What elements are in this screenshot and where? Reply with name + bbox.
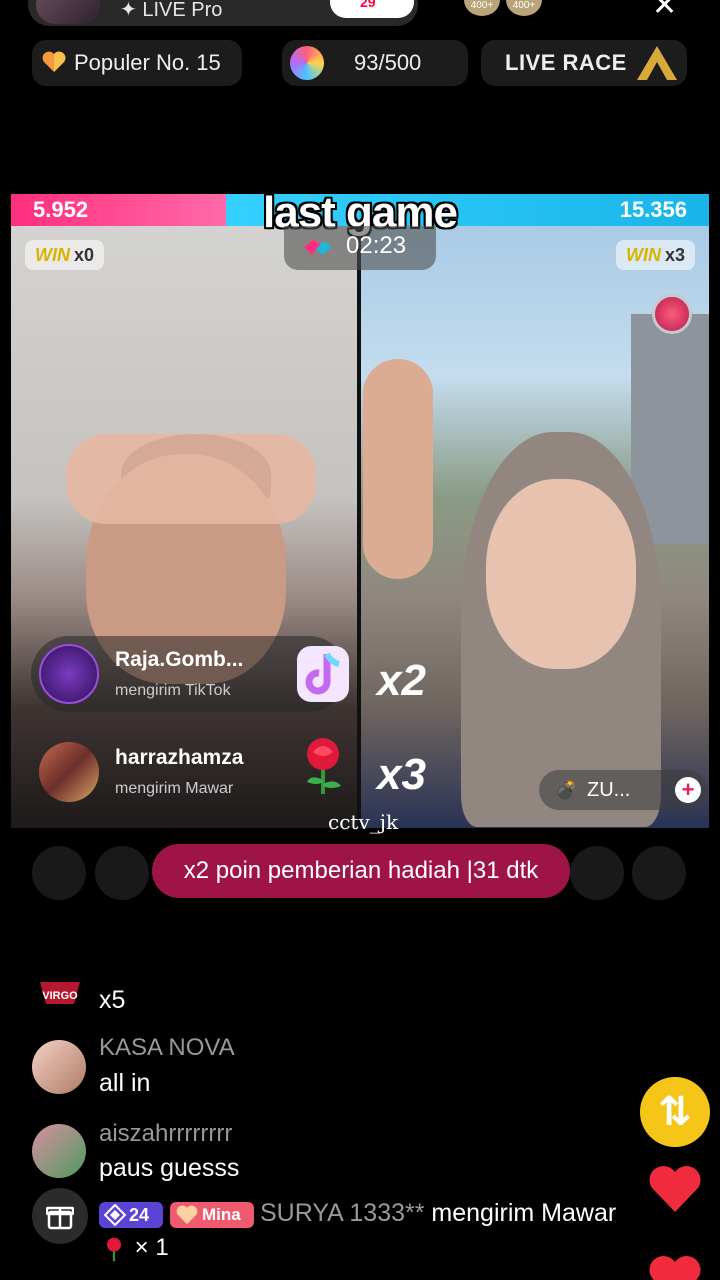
- bonus-banner: x2 poin pemberian hadiah |31 dtk: [152, 844, 570, 898]
- gift-box-button[interactable]: [32, 1188, 88, 1244]
- viewer-avatar[interactable]: 400+: [462, 0, 502, 18]
- gifter-avatar: [39, 644, 99, 704]
- repost-button[interactable]: ⇅: [640, 1077, 710, 1147]
- comment-text: all in: [99, 1069, 151, 1097]
- popular-rank-pill[interactable]: Populer No. 15: [32, 40, 242, 86]
- commenter-name[interactable]: aiszahrrrrrrrr: [99, 1120, 232, 1148]
- live-race-label: LIVE RACE: [505, 50, 627, 75]
- goal-progress: 93/500: [354, 50, 422, 75]
- close-icon[interactable]: ✕: [652, 0, 677, 23]
- win-count: x3: [664, 245, 685, 265]
- battle-timer: 02:23: [284, 226, 436, 270]
- supporter-avatar[interactable]: [632, 846, 686, 900]
- live-race-pill[interactable]: LIVE RACE: [481, 40, 687, 86]
- multiplier-x3: x3: [377, 750, 426, 799]
- gift-action: mengirim TikTok: [115, 682, 231, 699]
- gift-message[interactable]: SURYA 1333** mengirim Mawar: [260, 1199, 616, 1228]
- gift-count: × 1: [134, 1234, 169, 1261]
- gift-count-line: × 1: [100, 1234, 169, 1263]
- diamond-icon: [104, 1204, 126, 1226]
- fan-club-badge: Mina: [170, 1202, 254, 1228]
- like-count: 29: [360, 0, 376, 10]
- rose-gift-icon: [307, 738, 341, 794]
- live-pro-label: ✦ LIVE Pro: [120, 0, 223, 21]
- goal-pill[interactable]: 93/500: [282, 40, 468, 86]
- win-count: x0: [74, 245, 95, 265]
- timer-value: 02:23: [346, 232, 407, 259]
- opponent-host-pill[interactable]: 💣 ZU... +: [539, 770, 707, 810]
- boost-icon[interactable]: [652, 294, 692, 334]
- heart-icon: [42, 51, 66, 72]
- bomb-icon: 💣: [555, 780, 578, 800]
- gift-box-icon: [46, 1206, 74, 1230]
- fan-heart-icon: [176, 1205, 198, 1225]
- gift-message-action: mengirim Mawar: [424, 1199, 617, 1227]
- gifter-name: Raja.Gomb...: [115, 648, 244, 671]
- floating-heart-icon: [649, 1256, 701, 1280]
- svg-text:VIRGO: VIRGO: [42, 990, 78, 1002]
- right-host-finger: [363, 359, 433, 579]
- pk-battle: 5.952 15.356 last game 02:23 WIN x0 WIN x3…: [11, 194, 709, 828]
- multiplier-x2: x2: [377, 656, 426, 705]
- supporter-avatar[interactable]: [570, 846, 624, 900]
- level-value: 24: [129, 1205, 150, 1225]
- gift-notification: harrazhamza mengirim Mawar: [31, 734, 271, 810]
- commenter-avatar[interactable]: [32, 1124, 86, 1178]
- virgo-badge-icon: VIRGO: [40, 982, 80, 1004]
- floating-heart-icon: [649, 1165, 701, 1212]
- comment-text: paus guesss: [99, 1154, 240, 1182]
- right-host-face: [486, 479, 636, 669]
- supporter-avatar[interactable]: [32, 846, 86, 900]
- tiktok-gift-icon: [297, 646, 349, 702]
- top-bar: ✦ LIVE Pro 29 400+ 400+ ✕: [0, 0, 720, 28]
- fan-club-name: Mina: [202, 1205, 241, 1224]
- commenter-name[interactable]: KASA NOVA: [99, 1034, 235, 1062]
- gift-action: mengirim Mawar: [115, 780, 234, 797]
- stream-divider: [357, 226, 361, 828]
- win-streak-left: WIN x0: [25, 240, 105, 270]
- popular-rank-label: Populer No. 15: [74, 50, 221, 75]
- gifter-name: harrazhamza: [115, 746, 244, 769]
- follow-plus-icon[interactable]: +: [675, 777, 701, 803]
- commenter-avatar[interactable]: [32, 1040, 86, 1094]
- opponent-host-name: ZU...: [587, 779, 631, 801]
- win-label: WIN: [625, 245, 661, 265]
- race-triangle-icon: [637, 46, 677, 80]
- comment-text: x5: [99, 986, 126, 1014]
- win-streak-right: WIN x3: [615, 240, 695, 270]
- gift-sender-name[interactable]: SURYA 1333**: [260, 1199, 424, 1227]
- gifter-avatar: [39, 742, 99, 802]
- level-badge: 24: [99, 1202, 163, 1228]
- watermark: cctv_jk: [328, 810, 399, 834]
- host-avatar[interactable]: [36, 0, 100, 24]
- left-host-hands: [66, 434, 316, 524]
- pk-icon: [304, 239, 332, 255]
- viewer-avatar[interactable]: 400+: [504, 0, 544, 18]
- supporter-avatar[interactable]: [95, 846, 149, 900]
- win-label: WIN: [35, 245, 70, 265]
- rose-icon: [107, 1237, 121, 1261]
- goal-ball-icon: [290, 46, 324, 80]
